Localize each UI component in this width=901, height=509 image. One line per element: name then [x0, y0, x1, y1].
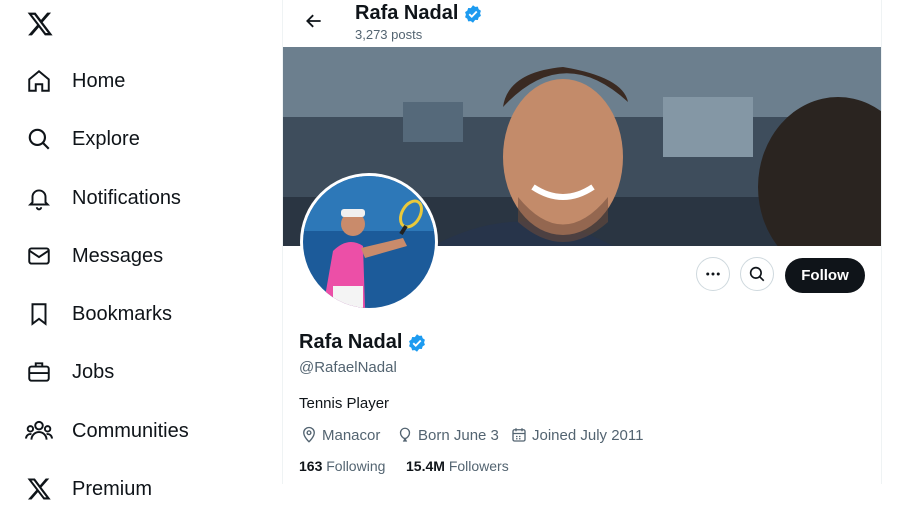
header-name: Rafa Nadal — [355, 2, 483, 25]
following-link[interactable]: 163 Following — [299, 458, 385, 474]
bell-icon — [24, 183, 54, 213]
x-logo-icon — [24, 474, 54, 504]
sidebar-item-label: Jobs — [72, 360, 115, 383]
sidebar-item-label: Explore — [72, 127, 140, 150]
following-label: Following — [326, 458, 386, 474]
follow-button[interactable]: Follow — [785, 258, 865, 293]
sidebar-item-label: Home — [72, 69, 126, 92]
profile-column: Rafa Nadal 3,273 posts Follow Rafa Nadal… — [282, 0, 882, 484]
profile-bio: Tennis Player — [299, 395, 390, 412]
profile-name: Rafa Nadal — [299, 331, 427, 354]
sidebar-item-home[interactable]: Home — [24, 61, 125, 101]
home-icon — [24, 66, 54, 96]
sidebar-item-notifications[interactable]: Notifications — [24, 178, 181, 218]
profile-header-bar: Rafa Nadal 3,273 posts — [283, 0, 881, 47]
sidebar-item-label: Premium — [72, 477, 153, 500]
search-icon — [749, 266, 765, 282]
sidebar-item-jobs[interactable]: Jobs — [24, 352, 114, 392]
profile-joined: Joined July 2011 — [510, 426, 643, 444]
ellipsis-icon — [706, 272, 720, 276]
followers-label: Followers — [448, 458, 509, 474]
sidebar-item-bookmarks[interactable]: Bookmarks — [24, 294, 172, 334]
location-text: Manacor — [322, 426, 381, 444]
joined-text: Joined July 2011 — [532, 426, 644, 444]
sidebar-item-messages[interactable]: Messages — [24, 236, 163, 276]
verified-badge-icon — [407, 333, 427, 353]
sidebar-item-communities[interactable]: Communities — [24, 411, 189, 451]
balloon-icon — [399, 427, 411, 442]
verified-badge-icon — [463, 4, 483, 24]
calendar-icon — [512, 428, 526, 442]
bookmark-icon — [24, 299, 54, 329]
x-logo-icon[interactable] — [26, 10, 54, 38]
sidebar-item-label: Messages — [72, 244, 164, 267]
sidebar-item-label: Notifications — [72, 186, 181, 209]
sidebar-item-explore[interactable]: Explore — [24, 119, 140, 159]
back-arrow-icon[interactable] — [297, 7, 331, 35]
followers-link[interactable]: 15.4M Followers — [406, 458, 509, 474]
search-icon — [24, 124, 54, 154]
location-pin-icon — [303, 426, 315, 443]
search-profile-button[interactable] — [740, 257, 774, 291]
more-options-button[interactable] — [696, 257, 730, 291]
profile-handle: @RafaelNadal — [299, 359, 397, 376]
avatar[interactable] — [300, 173, 438, 311]
header-name-text: Rafa Nadal — [355, 2, 459, 24]
sidebar-nav: Home Explore Notifications Messages Book… — [0, 0, 282, 500]
following-count: 163 — [299, 458, 323, 474]
post-count: 3,273 posts — [355, 27, 423, 42]
sidebar-item-premium[interactable]: Premium — [24, 469, 152, 509]
profile-name-text: Rafa Nadal — [299, 331, 403, 353]
birthday-text: Born June 3 — [418, 426, 499, 444]
avatar-image — [303, 176, 435, 308]
sidebar-item-label: Bookmarks — [72, 302, 173, 325]
followers-count: 15.4M — [406, 458, 445, 474]
people-icon — [24, 416, 54, 446]
briefcase-icon — [24, 357, 54, 387]
sidebar-item-label: Communities — [72, 419, 189, 442]
profile-location: Manacor — [300, 426, 380, 444]
envelope-icon — [24, 241, 54, 271]
profile-birthday: Born June 3 — [396, 426, 499, 444]
